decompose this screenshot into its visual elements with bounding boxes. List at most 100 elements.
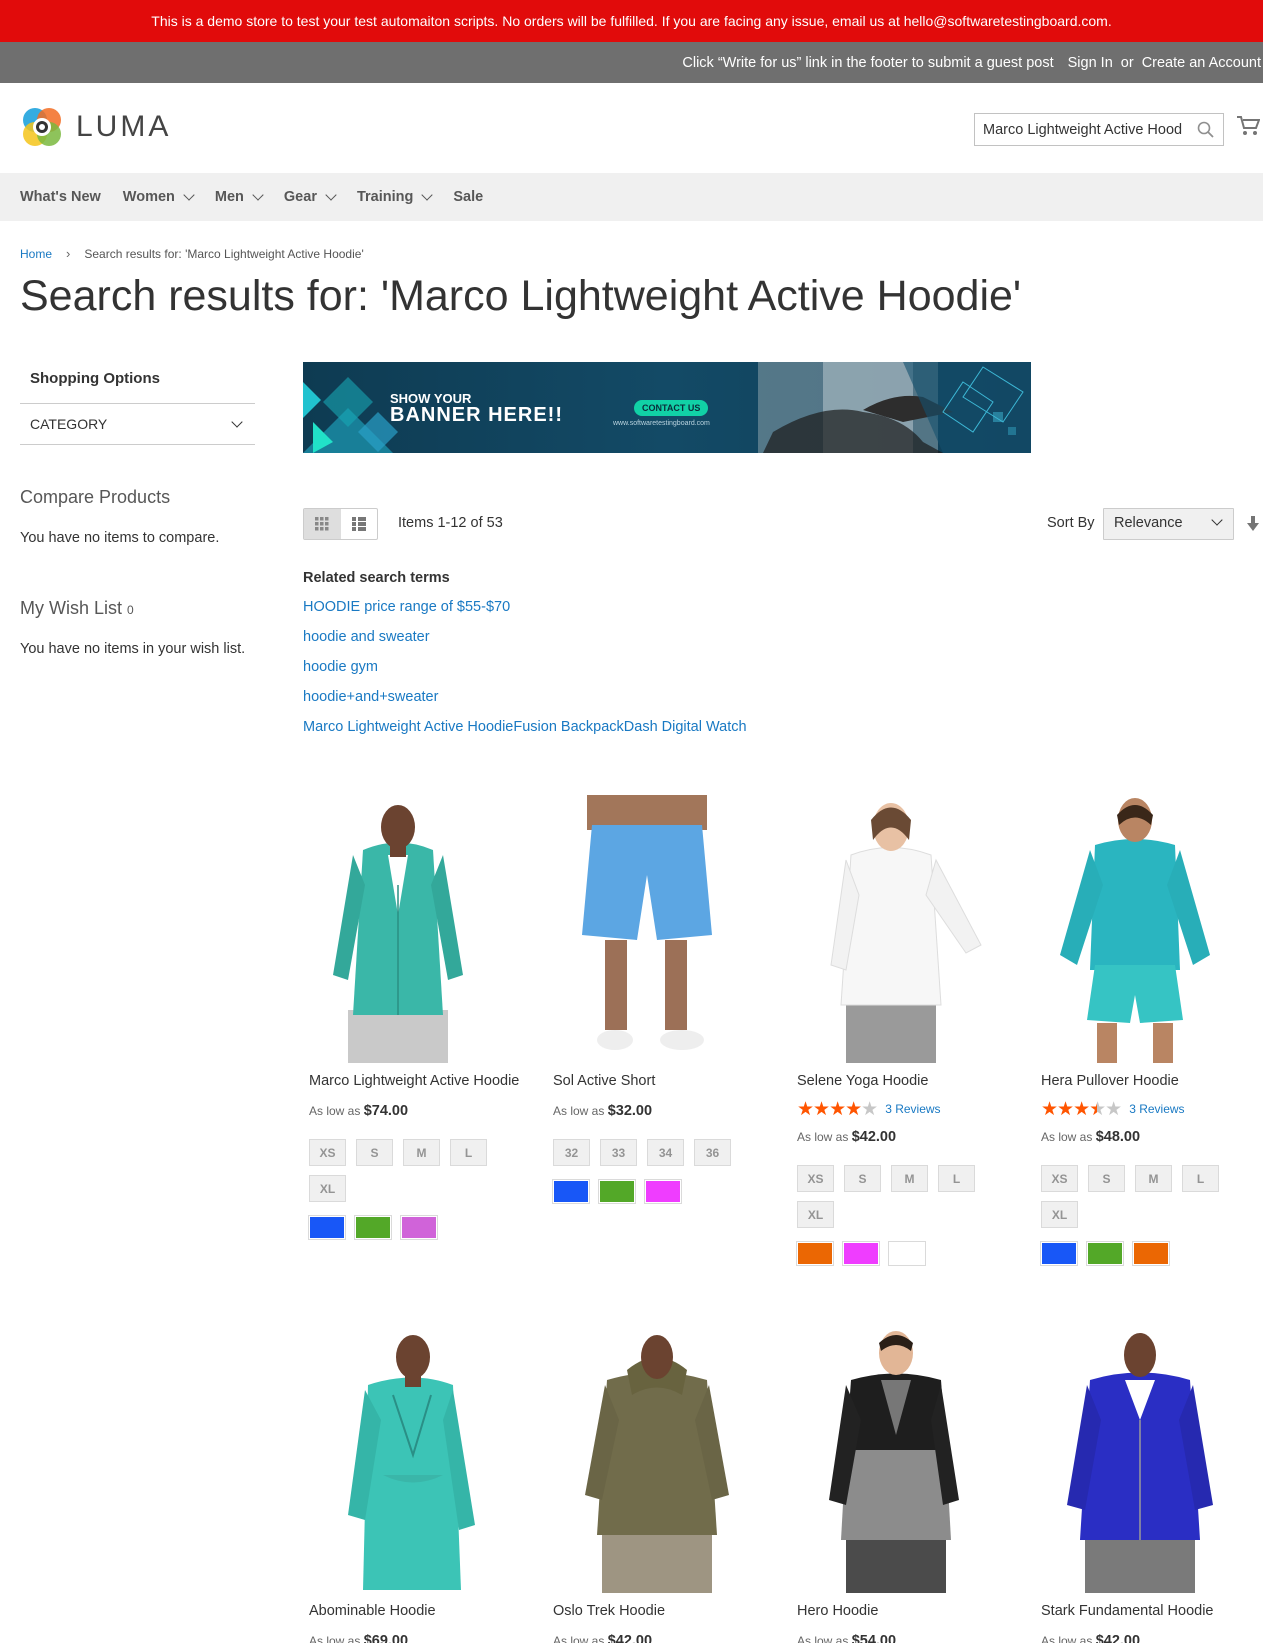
header: LUMA [0,83,1263,173]
product-photo[interactable] [1035,1325,1263,1593]
wish-list-title-text: My Wish List [20,598,123,618]
product-photo[interactable] [303,795,531,1063]
product-image [348,1335,475,1590]
product-item[interactable]: Hero Hoodie As low as $54.00 [791,1325,1019,1643]
color-swatch-white[interactable] [888,1241,926,1266]
product-name[interactable]: Abominable Hoodie [309,1603,531,1623]
banner-contact-button[interactable]: CONTACT US [634,400,709,416]
size-swatch[interactable]: XL [1041,1201,1078,1228]
chevron-down-icon [325,189,337,201]
color-swatch-blue[interactable] [308,1215,346,1240]
color-swatch-green[interactable] [1086,1241,1124,1266]
product-image [582,795,712,1050]
size-swatch[interactable]: M [403,1139,440,1166]
product-item[interactable]: Marco Lightweight Active Hoodie As low a… [303,795,531,1240]
product-item[interactable]: Oslo Trek Hoodie As low as $42.00 [547,1325,775,1643]
color-swatch-purple[interactable] [644,1179,682,1204]
sort-by-label: Sort By [1047,515,1095,531]
search-box[interactable] [974,113,1224,146]
product-item[interactable]: Abominable Hoodie As low as $69.00 [303,1325,531,1643]
product-image [830,803,982,1063]
price-prefix: As low as [1041,1634,1093,1643]
logo[interactable]: LUMA [20,105,171,149]
color-swatch-orange[interactable] [796,1241,834,1266]
breadcrumb-home[interactable]: Home [20,247,52,261]
nav-item-training[interactable]: Training [357,189,434,205]
size-swatch[interactable]: 34 [647,1139,684,1166]
size-swatch[interactable]: XS [797,1165,834,1192]
sign-in-link[interactable]: Sign In [1068,55,1113,71]
create-account-link[interactable]: Create an Account [1142,55,1261,71]
color-swatch-green[interactable] [598,1179,636,1204]
size-swatch[interactable]: 36 [694,1139,731,1166]
product-name[interactable]: Hera Pullover Hoodie [1041,1073,1263,1093]
size-swatch[interactable]: M [891,1165,928,1192]
product-item[interactable]: Sol Active Short As low as $32.00 32 33 … [547,795,775,1204]
size-swatch[interactable]: XS [1041,1165,1078,1192]
color-swatch-green[interactable] [354,1215,392,1240]
guest-post-notice: Click “Write for us” link in the footer … [682,54,1054,71]
compare-products-empty: You have no items to compare. [20,530,220,546]
product-photo[interactable] [1035,795,1263,1063]
related-term-link[interactable]: hoodie gym [303,652,747,682]
product-price: As low as $54.00 [797,1633,1019,1643]
nav-item-men[interactable]: Men [215,189,264,205]
wish-list-count: 0 [127,603,134,617]
sort-direction-icon[interactable] [1247,516,1259,532]
size-swatch[interactable]: L [938,1165,975,1192]
grid-view-button[interactable] [304,509,341,539]
nav-item-sale[interactable]: Sale [453,189,483,205]
nav-item-women[interactable]: Women [122,189,195,205]
size-swatch[interactable]: 33 [600,1139,637,1166]
color-swatch-blue[interactable] [552,1179,590,1204]
search-icon[interactable] [1197,121,1215,139]
cart-icon[interactable] [1236,115,1260,137]
size-swatch[interactable]: XL [797,1201,834,1228]
product-photo[interactable] [547,795,775,1063]
product-photo[interactable] [547,1325,775,1593]
product-photo[interactable] [791,1325,1019,1593]
related-term-link[interactable]: hoodie+and+sweater [303,682,747,712]
size-swatch[interactable]: XL [309,1175,346,1202]
product-item[interactable]: Selene Yoga Hoodie ★★★★★ 3 Reviews As lo… [791,795,1019,1266]
nav-item-label: Women [122,189,175,205]
chevron-down-icon [1211,514,1223,526]
size-swatch[interactable]: XS [309,1139,346,1166]
color-swatch-purple[interactable] [400,1215,438,1240]
size-swatch[interactable]: S [356,1139,393,1166]
nav-item-whats-new[interactable]: What's New [20,189,101,205]
size-swatch[interactable]: M [1135,1165,1172,1192]
sort-by-select[interactable]: Relevance [1103,508,1234,540]
product-photo[interactable] [791,795,1019,1063]
product-item[interactable]: Hera Pullover Hoodie ★★★★★ 3 Reviews As … [1035,795,1263,1266]
color-swatch-purple[interactable] [842,1241,880,1266]
size-swatch[interactable]: S [844,1165,881,1192]
banner-line-2: BANNER HERE!! [390,404,563,426]
color-swatch-blue[interactable] [1040,1241,1078,1266]
reviews-link[interactable]: 3 Reviews [885,1102,940,1116]
related-term-link[interactable]: Marco Lightweight Active HoodieFusion Ba… [303,712,747,742]
color-swatch-orange[interactable] [1132,1241,1170,1266]
size-swatch[interactable]: 32 [553,1139,590,1166]
product-name[interactable]: Stark Fundamental Hoodie [1041,1603,1263,1623]
wish-list-title: My Wish List 0 [20,598,255,619]
product-name[interactable]: Marco Lightweight Active Hoodie [309,1073,531,1093]
size-swatch[interactable]: L [450,1139,487,1166]
related-term-link[interactable]: HOODIE price range of $55-$70 [303,592,747,622]
product-name[interactable]: Selene Yoga Hoodie [797,1073,1019,1093]
product-item[interactable]: Stark Fundamental Hoodie As low as $42.0… [1035,1325,1263,1643]
reviews-link[interactable]: 3 Reviews [1129,1102,1184,1116]
category-filter[interactable]: CATEGORY [20,404,255,445]
nav-item-gear[interactable]: Gear [284,189,337,205]
related-term-link[interactable]: hoodie and sweater [303,622,747,652]
compare-products-title: Compare Products [20,487,171,507]
promo-banner[interactable]: SHOW YOUR BANNER HERE!! CONTACT US www.s… [303,362,1031,453]
size-swatch[interactable]: L [1182,1165,1219,1192]
search-input[interactable] [983,121,1183,138]
product-name[interactable]: Sol Active Short [553,1073,775,1093]
product-name[interactable]: Oslo Trek Hoodie [553,1603,775,1623]
list-view-button[interactable] [341,509,378,539]
product-name[interactable]: Hero Hoodie [797,1603,1019,1623]
size-swatch[interactable]: S [1088,1165,1125,1192]
product-photo[interactable] [303,1325,531,1593]
